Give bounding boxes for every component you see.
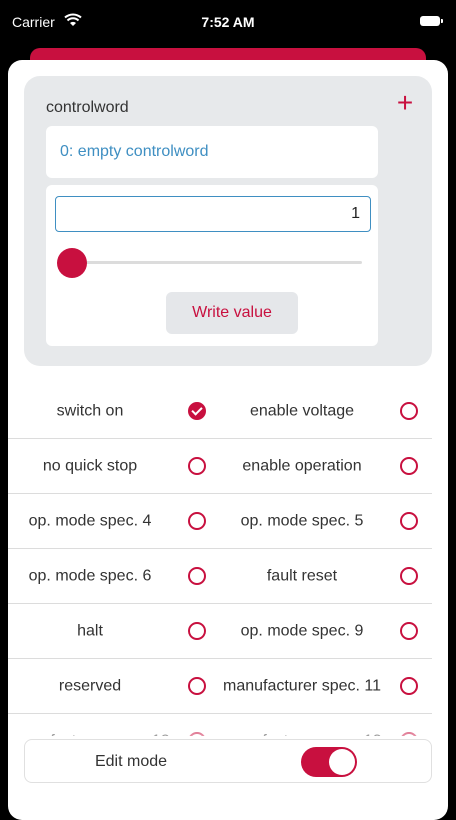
picker-value: 0: empty controlword [60,143,209,160]
bit-cell: reserved [8,659,220,713]
bit-cell: enable voltage [220,384,432,438]
edit-mode-label: Edit mode [94,753,168,770]
controlword-picker[interactable]: 0: empty controlword [46,126,378,178]
edit-mode-toggle[interactable] [301,747,357,777]
checkmark-circle-icon[interactable] [188,402,206,420]
bit-label: op. mode spec. 4 [28,512,152,530]
bit-cell: op. mode spec. 9 [220,604,432,658]
bit-cell: op. mode spec. 6 [8,549,220,603]
bit-list: switch on enable voltage no quick stop enab… [8,384,432,736]
clock: 7:52 AM [201,14,255,30]
radio-circle-icon[interactable] [400,567,418,585]
bit-label: op. mode spec. 6 [28,567,152,585]
radio-circle-icon[interactable] [188,732,206,736]
bit-label: op. mode spec. 5 [240,512,364,530]
bit-cell: halt [8,604,220,658]
value-editor: Write value [46,185,378,346]
write-value-button[interactable]: Write value [166,292,298,334]
bit-label: no quick stop [42,457,138,475]
bit-cell: no quick stop [8,439,220,493]
slider-track[interactable] [72,261,362,264]
bit-label: manufacturer spec. 11 [222,677,381,695]
radio-circle-icon[interactable] [188,622,206,640]
bit-label: halt [77,622,103,640]
value-input[interactable] [55,196,371,232]
bit-cell: manufacturer spec. 11 [220,659,432,713]
slider-thumb[interactable] [57,248,87,278]
radio-circle-icon[interactable] [188,512,206,530]
bit-label: switch on [56,402,124,420]
radio-circle-icon[interactable] [400,457,418,475]
bit-row: halt op. mode spec. 9 [8,604,432,659]
bit-label: enable voltage [249,402,355,420]
bit-label: op. mode spec. 9 [240,622,364,640]
status-bar: Carrier 7:52 AM [0,0,456,36]
bit-cell: manufacturer spec. 13 [220,714,432,736]
bit-row: op. mode spec. 4 op. mode spec. 5 [8,494,432,549]
bit-cell: manufacturer spec. 12 [8,714,220,736]
bit-label: enable operation [242,457,362,475]
radio-circle-icon[interactable] [188,677,206,695]
radio-circle-icon[interactable] [400,512,418,530]
bit-row: no quick stop enable operation [8,439,432,494]
radio-circle-icon[interactable] [188,567,206,585]
plus-icon[interactable]: + [394,89,416,117]
radio-circle-icon[interactable] [400,732,418,736]
bit-label: fault reset [266,567,338,585]
bit-cell: op. mode spec. 4 [8,494,220,548]
panel-title: controlword [46,99,129,116]
edit-mode-bar: Edit mode [24,739,432,783]
bit-cell: op. mode spec. 5 [220,494,432,548]
bit-label: manufacturer spec. 13 [220,732,384,737]
toggle-knob [329,749,355,775]
radio-circle-icon[interactable] [400,402,418,420]
bit-cell: switch on [8,384,220,438]
radio-circle-icon[interactable] [400,622,418,640]
bit-cell: enable operation [220,439,432,493]
bit-row: op. mode spec. 6 fault reset [8,549,432,604]
bit-row: switch on enable voltage [8,384,432,439]
bit-label: manufacturer spec. 12 [8,732,172,737]
bit-label: reserved [58,677,122,695]
battery-icon [420,16,443,26]
radio-circle-icon[interactable] [188,457,206,475]
bit-cell: fault reset [220,549,432,603]
bit-row: manufacturer spec. 12 manufacturer spec. … [8,714,432,736]
bit-row: reserved manufacturer spec. 11 [8,659,432,714]
controlword-panel: controlword + 0: empty controlword Write… [24,76,432,366]
radio-circle-icon[interactable] [400,677,418,695]
